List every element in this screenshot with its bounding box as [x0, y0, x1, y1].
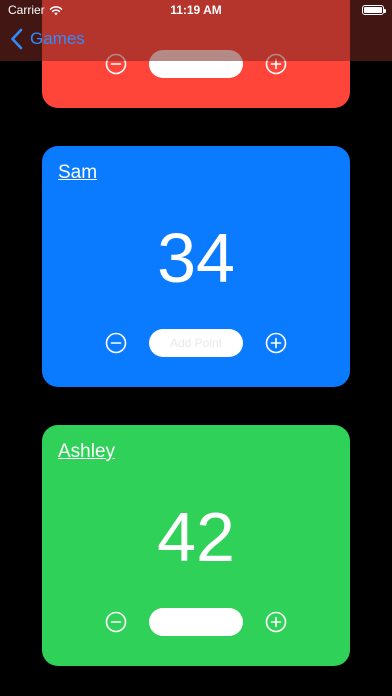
player-score: 34 [157, 219, 235, 297]
custom-points-input[interactable] [149, 329, 243, 357]
score-controls [42, 329, 350, 357]
back-button[interactable]: Games [10, 28, 85, 50]
custom-points-input[interactable] [149, 608, 243, 636]
minus-circle-icon[interactable] [105, 611, 127, 633]
player-name-link[interactable]: Sam [58, 162, 97, 184]
battery-icon [362, 5, 386, 15]
back-button-label: Games [30, 29, 85, 48]
score-controls [42, 608, 350, 636]
chevron-left-icon [11, 28, 23, 50]
status-bar: Carrier 11:19 AM [0, 0, 392, 20]
player-card: Sam 34 [42, 146, 350, 387]
player-card: Ashley 42 [42, 425, 350, 666]
player-name-link[interactable]: Ashley [58, 441, 115, 463]
player-score: 42 [157, 498, 235, 576]
plus-circle-icon[interactable] [265, 332, 287, 354]
minus-circle-icon[interactable] [105, 332, 127, 354]
status-time: 11:19 AM [170, 3, 222, 17]
scoreboard-screen: Sam 34 Ashley 42 [0, 0, 392, 696]
plus-circle-icon[interactable] [265, 611, 287, 633]
navigation-bar: Carrier 11:19 AM Games [0, 0, 392, 61]
